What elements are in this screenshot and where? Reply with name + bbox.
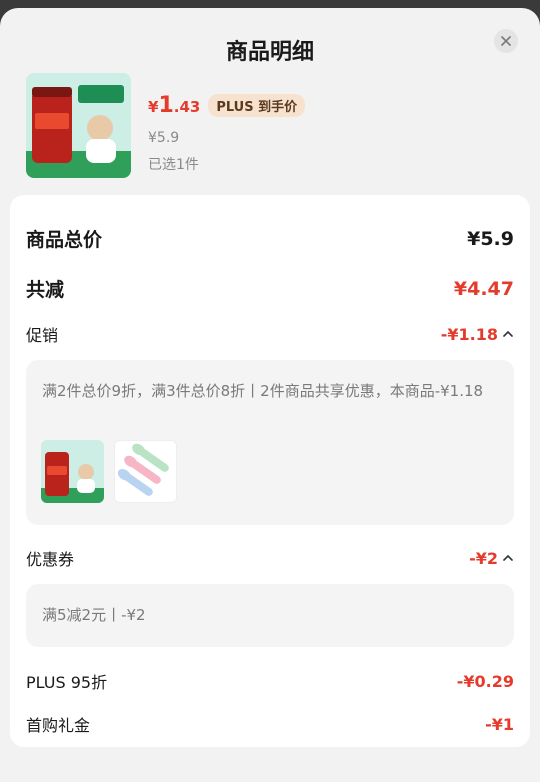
product-image[interactable]: [26, 73, 131, 178]
promo-value: -¥1.18: [440, 324, 498, 344]
plus-price-badge: PLUS 到手价: [208, 94, 306, 117]
selected-count: 已选1件: [148, 157, 199, 173]
promo-detail-box: 满2件总价9折，满3件总价8折丨2件商品共享优惠，本商品-¥1.18: [26, 360, 514, 525]
plus-discount-label: PLUS 95折: [26, 673, 108, 692]
first-buy-label: 首购礼金: [26, 716, 91, 735]
promo-row[interactable]: 促销 -¥1.18: [26, 322, 514, 346]
discount-row: 共减 ¥4.47: [26, 275, 514, 302]
promo-product-thumb-2[interactable]: [114, 440, 177, 503]
coupon-detail-box: 满5减2元丨-¥2: [26, 584, 514, 647]
total-row: 商品总价 ¥5.9: [26, 225, 514, 252]
sauce-jar-graphic: [41, 440, 104, 503]
product-detail-sheet: 商品明细 ¥ 1 .43 PLUS 到手价 ¥5.9 已选1件 商品总价 ¥5.…: [0, 8, 540, 782]
coupon-value-toggle[interactable]: -¥2: [469, 549, 514, 568]
promo-label: 促销: [26, 326, 59, 345]
total-value: ¥5.9: [467, 227, 514, 250]
price-decimal: .43: [173, 98, 201, 116]
price-breakdown-card: 商品总价 ¥5.9 共减 ¥4.47 促销 -¥1.18 满2件总价9折，满3件…: [10, 195, 530, 747]
product-thumbnail-graphic: [26, 73, 131, 178]
coupon-label: 优惠券: [26, 550, 75, 569]
coupon-value: -¥2: [469, 548, 498, 568]
plus-discount-value: -¥0.29: [456, 671, 514, 691]
price-integer: 1: [158, 93, 174, 118]
chevron-up-icon: [503, 330, 513, 337]
total-label: 商品总价: [26, 229, 103, 251]
price-row: ¥ 1 .43 PLUS 到手价: [148, 93, 306, 118]
promo-value-toggle[interactable]: -¥1.18: [441, 325, 514, 344]
first-buy-row: 首购礼金 -¥1: [26, 712, 514, 736]
first-buy-value: -¥1: [485, 714, 514, 734]
plus-discount-row: PLUS 95折 -¥0.29: [26, 669, 514, 693]
page-title: 商品明细: [225, 40, 314, 65]
coupon-row[interactable]: 优惠券 -¥2: [26, 546, 514, 570]
spoons-graphic: [115, 441, 176, 502]
coupon-description: 满5减2元丨-¥2: [42, 606, 146, 624]
discount-label: 共减: [26, 279, 65, 301]
promo-description: 满2件总价9折，满3件总价8折丨2件商品共享优惠，本商品-¥1.18: [42, 382, 484, 400]
promo-product-thumb-1[interactable]: [41, 440, 104, 503]
close-icon: [501, 36, 511, 46]
discount-value: ¥4.47: [453, 277, 514, 300]
chevron-up-icon: [503, 554, 513, 561]
close-button[interactable]: [494, 29, 518, 53]
price-currency: ¥: [148, 98, 159, 116]
original-price: ¥5.9: [148, 130, 180, 146]
